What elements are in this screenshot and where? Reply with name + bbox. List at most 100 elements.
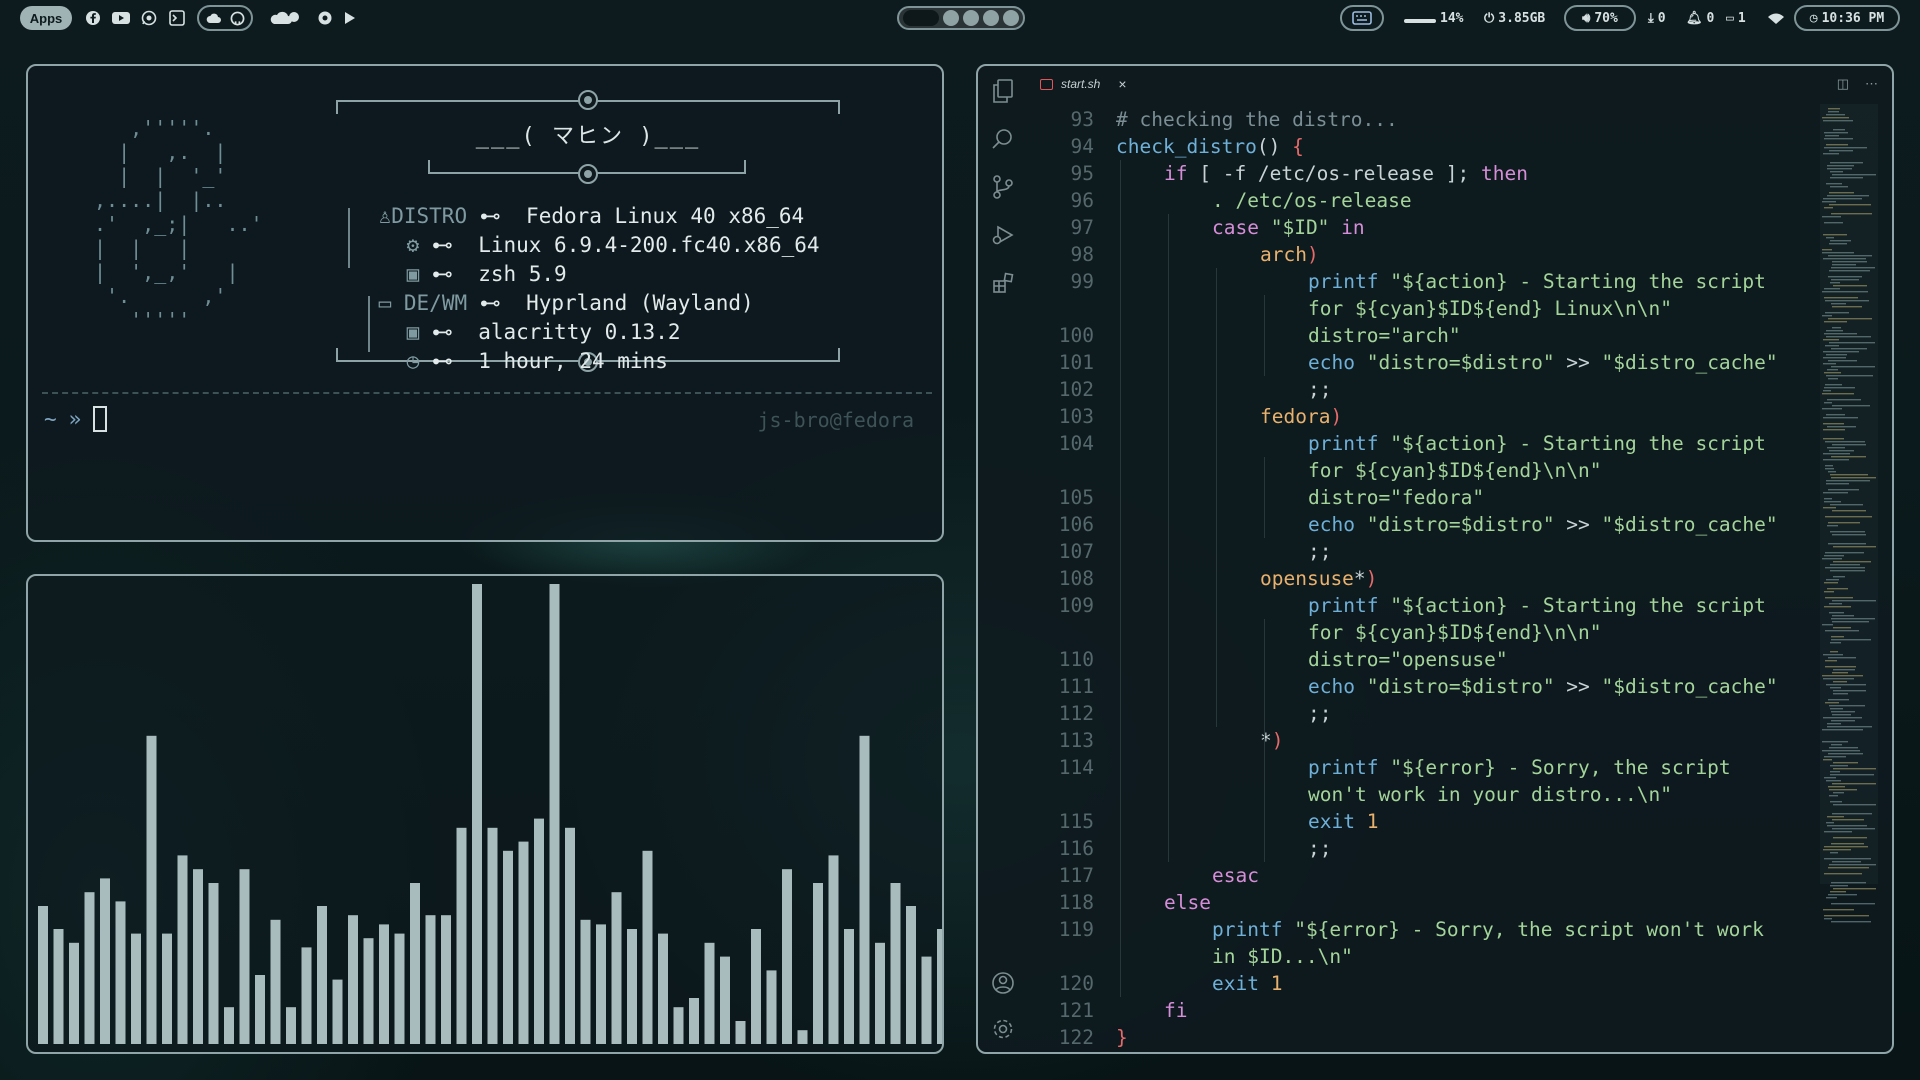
audio-visualizer-window[interactable] <box>26 574 944 1054</box>
extensions-icon[interactable] <box>990 270 1016 296</box>
indent-guide <box>1264 295 1265 376</box>
code-line: 98 arch) <box>1028 241 1788 268</box>
downloads-stat[interactable]: ⤓ 0 <box>1648 9 1666 27</box>
play-icon[interactable] <box>340 9 358 27</box>
volume-button[interactable]: 🔊︎ 70% <box>1564 5 1636 31</box>
activity-bar <box>978 66 1028 1052</box>
split-editor-icon[interactable]: ◫ <box>1837 76 1849 92</box>
search-icon[interactable] <box>990 126 1016 152</box>
workspace-switcher[interactable] <box>897 6 1025 30</box>
terminal-app-icon[interactable] <box>168 9 186 27</box>
visualizer-bar <box>177 855 188 1044</box>
code-editor-window[interactable]: start.sh × ◫ ⋯ 93 # checking the distro..… <box>976 64 1894 1054</box>
terminal-window[interactable]: ,'''''. | ,. | | | '_' ,....| |.. .' ,_;… <box>26 64 944 542</box>
line-number: 104 <box>1058 432 1094 455</box>
code-token: ) <box>1306 243 1319 266</box>
code-line: 95 if [ -f /etc/os-release ]; then <box>1028 160 1788 187</box>
code-line: 117 esac <box>1028 862 1788 889</box>
cpu-stat: 14% <box>1404 9 1463 27</box>
editor-tab-bar: start.sh × ◫ ⋯ <box>1028 66 1892 102</box>
minimap-line <box>1828 894 1857 896</box>
run-debug-icon[interactable] <box>990 222 1016 248</box>
prompt-arrow: » <box>68 407 82 431</box>
github-icon[interactable] <box>230 11 245 26</box>
code-line: for ${cyan}$ID${end}\n\n" <box>1028 457 1788 484</box>
cloud-icon[interactable] <box>206 12 222 24</box>
visualizer-bar <box>410 883 420 1044</box>
code-token: } <box>1116 1026 1128 1049</box>
code-token: opensuse <box>1260 567 1354 590</box>
dev-apps-group <box>197 5 253 31</box>
indent-guide <box>1216 268 1217 727</box>
code-token: "${action} - Starting the script <box>1390 432 1766 455</box>
visualizer-bar <box>534 818 544 1044</box>
code-token: ) <box>1330 405 1343 428</box>
workspace-2[interactable] <box>943 10 959 26</box>
de-wm-row: ▭ DE/WM ⊷ Hyprland (Wayland) <box>378 291 754 315</box>
visualizer-bar <box>115 901 126 1044</box>
minimap-line <box>1830 885 1848 887</box>
tab-start-sh[interactable]: start.sh × <box>1028 66 1140 102</box>
code-token: "$distro_cache" <box>1601 675 1778 698</box>
visualizer-bar <box>162 933 172 1044</box>
clipboard-stat[interactable]: ▭ 1 <box>1726 9 1746 27</box>
shell-file-icon <box>1040 78 1053 90</box>
minimap[interactable] <box>1820 104 1878 964</box>
line-number: 110 <box>1058 648 1094 671</box>
indent-guide <box>1168 214 1169 862</box>
code-line: 118 else <box>1028 889 1788 916</box>
visualizer-bar <box>69 942 79 1044</box>
code-line: 111 echo "distro=$distro" >> "$distro_cac… <box>1028 673 1788 700</box>
text-cursor <box>93 406 108 432</box>
keyboard-icon <box>1352 11 1372 25</box>
close-tab-icon[interactable]: × <box>1118 76 1126 92</box>
code-token: 1 <box>1270 972 1283 995</box>
bell-icon: 🔔︎ <box>1686 10 1703 26</box>
line-number: 109 <box>1058 594 1094 617</box>
account-icon[interactable] <box>990 970 1016 996</box>
visualizer-bar <box>549 584 560 1044</box>
youtube-icon[interactable] <box>112 9 130 27</box>
code-token: [ -f /etc/os-release ]; <box>1187 162 1481 185</box>
keyboard-layout-button[interactable] <box>1340 5 1384 31</box>
visualizer-bar <box>875 942 885 1044</box>
code-token: exit <box>1308 810 1355 833</box>
notifications-stat[interactable]: 🔔︎ 0 <box>1686 9 1714 27</box>
code-line: 106 echo "distro=$distro" >> "$distro_cac… <box>1028 511 1788 538</box>
apps-button[interactable]: Apps <box>20 6 72 30</box>
indent-guide <box>1264 619 1265 862</box>
workspace-4[interactable] <box>983 10 999 26</box>
more-actions-icon[interactable]: ⋯ <box>1865 76 1878 92</box>
source-control-icon[interactable] <box>990 174 1016 200</box>
code-token: "distro=$distro" <box>1366 675 1555 698</box>
visualizer-bar <box>301 947 312 1044</box>
shell-prompt[interactable]: ~ » <box>44 406 108 432</box>
line-number: 103 <box>1058 405 1094 428</box>
code-area[interactable]: 93 # checking the distro... 94 check_distro… <box>1028 106 1788 1052</box>
workspace-5[interactable] <box>1003 10 1019 26</box>
weather-icon[interactable] <box>270 9 300 27</box>
settings-gear-icon[interactable] <box>990 1016 1016 1042</box>
code-token: distro="arch" <box>1308 324 1461 347</box>
facebook-icon[interactable] <box>84 9 102 27</box>
whatsapp-icon[interactable] <box>140 9 158 27</box>
workspace-active[interactable] <box>903 10 939 26</box>
distro-row: ♙DISTRO ⊷ Fedora Linux 40 x86_64 <box>378 204 805 228</box>
visualizer-bar <box>596 924 606 1044</box>
visualizer-bar <box>859 735 870 1044</box>
code-token: for ${cyan}$ID${end}\n\n" <box>1308 459 1602 482</box>
code-line: for ${cyan}$ID${end}\n\n" <box>1028 619 1788 646</box>
clock-button[interactable]: ◷ 10:36 PM <box>1794 5 1900 31</box>
line-number: 122 <box>1058 1026 1094 1049</box>
code-token: () <box>1256 135 1293 158</box>
code-token: ;; <box>1308 540 1332 563</box>
volume-icon: 🔊︎ <box>1582 10 1591 26</box>
wifi-icon[interactable] <box>1768 9 1784 27</box>
browser-icon[interactable] <box>316 9 334 27</box>
workspace-3[interactable] <box>963 10 979 26</box>
code-token: "${error} - Sorry, the script <box>1390 756 1731 779</box>
explorer-icon[interactable] <box>990 78 1016 104</box>
code-line: 100 distro="arch" <box>1028 322 1788 349</box>
